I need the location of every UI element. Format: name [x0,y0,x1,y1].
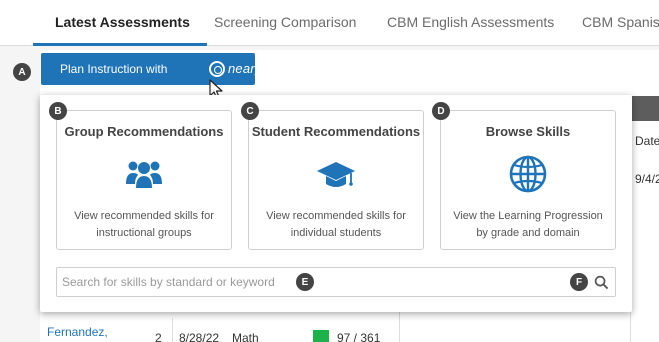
nearpod-brand: nearpod [228,61,278,76]
date-column [630,121,659,342]
table-header-bar [630,96,659,121]
card-description: View recommended skills for individual s… [266,210,406,239]
tab-cbm-spanish[interactable]: CBM Spanish [582,14,659,30]
plan-instruction-popup: Group Recommendations View recommended s… [40,95,632,312]
student-recommendations-card[interactable]: Student Recommendations View recommended… [248,110,424,250]
column-divider [172,318,173,342]
row-date: 8/28/22 [179,331,220,342]
tab-cbm-english-assessments[interactable]: CBM English Assessments [387,14,554,30]
group-icon [126,161,162,188]
nearpod-logo-icon [209,61,225,77]
tab-screening-comparison[interactable]: Screening Comparison [214,14,356,30]
row-subject: Math [232,331,259,342]
card-description: View the Learning Progression by grade a… [453,210,603,239]
date-cell: 9/4/2 [635,172,659,186]
student-name-link[interactable]: Fernandez, [47,326,108,339]
marker-e: E [296,273,314,291]
marker-f: F [570,273,588,291]
marker-c: C [241,102,259,120]
score-indicator [313,330,329,342]
card-description: View recommended skills for instructiona… [74,210,214,239]
card-title: Student Recommendations [251,124,421,139]
marker-d: D [432,102,450,120]
group-recommendations-card[interactable]: Group Recommendations View recommended s… [56,110,232,250]
card-title: Group Recommendations [64,124,224,139]
date-column-header[interactable]: Date [635,134,659,148]
search-icon[interactable] [594,275,609,290]
marker-a: A [13,63,31,81]
plan-instruction-label: Plan Instruction with [60,62,168,76]
student-name: Fernandez, [47,325,108,339]
marker-b: B [49,102,67,120]
browse-skills-card[interactable]: Browse Skills View the Learning Progress… [440,110,616,250]
row-score: 97 / 361 [337,331,381,342]
graduation-cap-icon [317,162,355,187]
card-title: Browse Skills [485,124,571,139]
skill-search-box [56,267,616,297]
tab-latest-assessments[interactable]: Latest Assessments [55,14,190,30]
globe-icon [509,155,547,193]
row-number: 2 [155,331,162,342]
tab-bar: Latest Assessments Screening Comparison … [0,0,659,46]
